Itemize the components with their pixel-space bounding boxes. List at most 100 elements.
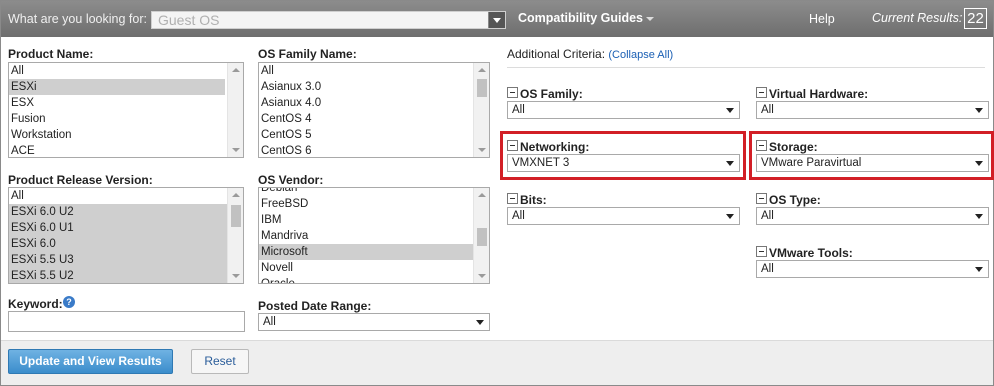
os-family-name-label: OS Family Name: xyxy=(258,47,357,61)
scroll-up-icon[interactable] xyxy=(232,68,240,72)
guide-type-select[interactable]: Guest OS xyxy=(151,11,506,29)
scrollbar[interactable] xyxy=(473,188,489,283)
current-results-label: Current Results: xyxy=(872,11,963,25)
guide-type-value: Guest OS xyxy=(158,12,220,28)
list-item[interactable]: Novell xyxy=(259,260,489,276)
additional-criteria-heading: Additional Criteria: (Collapse All) xyxy=(507,47,673,61)
list-item[interactable]: ESXi 6.0 U1 xyxy=(9,220,243,236)
os-type-select[interactable]: All xyxy=(756,207,989,225)
scroll-up-icon[interactable] xyxy=(478,193,486,197)
scroll-down-icon[interactable] xyxy=(478,148,486,152)
product-name-listbox[interactable]: All ESXi ESX Fusion Workstation ACE xyxy=(8,62,244,158)
posted-date-select[interactable]: All xyxy=(258,313,490,331)
os-family-value: All xyxy=(512,104,525,116)
chevron-down-icon xyxy=(975,267,983,272)
list-item[interactable]: All xyxy=(9,63,227,79)
bits-value: All xyxy=(512,210,525,222)
chevron-down-icon xyxy=(975,214,983,219)
list-item[interactable]: ESXi 6.0 xyxy=(9,236,243,252)
list-item[interactable]: ESX xyxy=(9,95,243,111)
list-item[interactable]: IBM xyxy=(259,212,489,228)
vendor-list-scroll-area: Debian FreeBSD IBM Mandriva Microsoft No… xyxy=(259,188,489,283)
posted-date-label: Posted Date Range: xyxy=(258,299,372,313)
scrollbar[interactable] xyxy=(473,63,489,157)
vmware-tools-select[interactable]: All xyxy=(756,260,989,278)
scroll-up-icon[interactable] xyxy=(232,193,240,197)
scroll-thumb[interactable] xyxy=(477,79,487,97)
info-icon[interactable]: ? xyxy=(63,296,75,308)
networking-select[interactable]: VMXNET 3 xyxy=(507,154,740,172)
list-item[interactable]: ESXi 5.5 U2 xyxy=(9,268,243,283)
list-item[interactable]: ESXi xyxy=(9,79,225,95)
additional-criteria-label: Additional Criteria: xyxy=(507,47,606,61)
collapse-icon[interactable] xyxy=(756,87,767,98)
storage-label: Storage: xyxy=(769,140,818,154)
reset-button[interactable]: Reset xyxy=(191,349,249,374)
scrollbar[interactable] xyxy=(227,63,243,157)
search-label: What are you looking for: xyxy=(8,12,147,26)
os-family-select[interactable]: All xyxy=(507,101,740,119)
keyword-label: Keyword: xyxy=(8,297,63,311)
list-item[interactable]: ACE xyxy=(9,143,243,157)
caret-down-icon xyxy=(646,16,655,21)
storage-select[interactable]: VMware Paravirtual xyxy=(756,154,989,172)
networking-label: Networking: xyxy=(520,140,590,154)
scroll-thumb[interactable] xyxy=(231,205,241,227)
os-vendor-listbox[interactable]: Debian FreeBSD IBM Mandriva Microsoft No… xyxy=(258,187,490,284)
bits-select[interactable]: All xyxy=(507,207,740,225)
list-item[interactable]: Mandriva xyxy=(259,228,489,244)
list-item[interactable]: Fusion xyxy=(9,111,243,127)
os-type-value: All xyxy=(761,210,774,222)
help-link[interactable]: Help xyxy=(809,12,835,26)
list-item[interactable]: Oracle xyxy=(259,276,489,283)
list-item[interactable]: CentOS 5 xyxy=(259,127,489,143)
chevron-down-icon xyxy=(726,214,734,219)
list-item[interactable]: ESXi 5.5 U3 xyxy=(9,252,243,268)
list-item[interactable]: All xyxy=(9,188,243,204)
vmware-tools-label: VMware Tools: xyxy=(769,246,853,260)
scroll-down-icon[interactable] xyxy=(232,148,240,152)
chevron-down-icon xyxy=(726,161,734,166)
scroll-down-icon[interactable] xyxy=(478,274,486,278)
chevron-down-icon xyxy=(975,108,983,113)
virtual-hardware-select[interactable]: All xyxy=(756,101,989,119)
list-item[interactable]: Asianux 4.0 xyxy=(259,95,489,111)
keyword-input[interactable] xyxy=(8,311,245,332)
scroll-thumb[interactable] xyxy=(477,228,487,246)
vmware-tools-value: All xyxy=(761,263,774,275)
scroll-down-icon[interactable] xyxy=(232,274,240,278)
collapse-icon[interactable] xyxy=(756,246,767,257)
collapse-icon[interactable] xyxy=(756,140,767,151)
virtual-hardware-label: Virtual Hardware: xyxy=(769,87,869,101)
networking-value: VMXNET 3 xyxy=(512,157,570,169)
collapse-icon[interactable] xyxy=(507,140,518,151)
product-release-listbox[interactable]: All ESXi 6.0 U2 ESXi 6.0 U1 ESXi 6.0 ESX… xyxy=(8,187,244,284)
collapse-icon[interactable] xyxy=(507,193,518,204)
list-item[interactable]: Workstation xyxy=(9,127,243,143)
collapse-icon[interactable] xyxy=(756,193,767,204)
collapse-all-link[interactable]: (Collapse All) xyxy=(608,49,673,61)
os-family-criteria-label: OS Family: xyxy=(520,87,583,101)
results-count: 22 xyxy=(964,8,987,29)
scroll-up-icon[interactable] xyxy=(478,68,486,72)
list-item[interactable]: Debian xyxy=(259,188,489,196)
chevron-down-icon xyxy=(726,108,734,113)
list-item[interactable]: FreeBSD xyxy=(259,196,489,212)
scrollbar[interactable] xyxy=(227,188,243,283)
list-item[interactable]: CentOS 4 xyxy=(259,111,489,127)
divider xyxy=(507,67,985,68)
bits-label: Bits: xyxy=(520,193,547,207)
list-item[interactable]: Asianux 3.0 xyxy=(259,79,489,95)
list-item[interactable]: CentOS 6 xyxy=(259,143,489,157)
list-item[interactable]: Microsoft xyxy=(259,244,489,260)
collapse-icon[interactable] xyxy=(507,87,518,98)
footer-bar: Update and View Results Reset xyxy=(1,340,993,385)
update-results-button[interactable]: Update and View Results xyxy=(8,349,173,374)
list-item[interactable]: All xyxy=(259,63,489,79)
os-family-name-listbox[interactable]: All Asianux 3.0 Asianux 4.0 CentOS 4 Cen… xyxy=(258,62,490,158)
virtual-hardware-value: All xyxy=(761,104,774,116)
chevron-down-icon[interactable] xyxy=(488,12,505,28)
compatibility-guides-menu[interactable]: Compatibility Guides xyxy=(518,11,655,25)
list-item[interactable]: ESXi 6.0 U2 xyxy=(9,204,243,220)
compatibility-search-panel: What are you looking for: Guest OS Compa… xyxy=(0,0,994,386)
